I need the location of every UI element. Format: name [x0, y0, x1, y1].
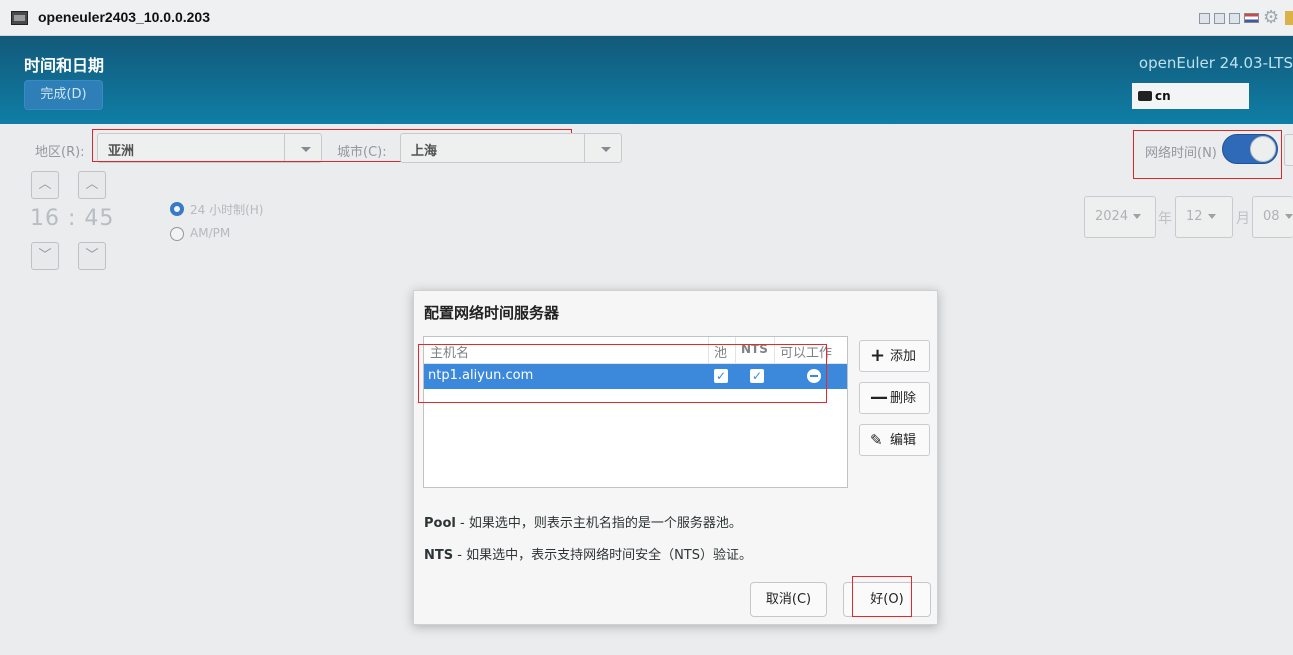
tile-icon[interactable] [1199, 12, 1210, 24]
server-host: ntp1.aliyun.com [428, 368, 534, 383]
remove-server-label: 删除 [890, 391, 917, 406]
remove-server-button[interactable]: — 删除 [859, 382, 930, 414]
column-header-pool[interactable]: 池 [714, 342, 727, 361]
page-title: 时间和日期 [24, 56, 105, 75]
product-name: openEuler 24.03-LTS [1138, 54, 1293, 72]
column-header-nts[interactable]: NTS [741, 342, 768, 356]
keyboard-icon [1138, 91, 1152, 101]
column-header-working[interactable]: 可以工作 [780, 342, 832, 361]
pool-note-term: Pool [424, 516, 456, 531]
add-server-button[interactable]: + 添加 [859, 340, 930, 372]
overflow-icon [1285, 11, 1293, 25]
done-button[interactable]: 完成(D) [24, 80, 103, 110]
edit-server-label: 编辑 [890, 433, 917, 448]
dialog-title: 配置网络时间服务器 [424, 304, 560, 322]
column-header-host[interactable]: 主机名 [430, 342, 469, 361]
ok-button[interactable]: 好(O) [843, 582, 931, 617]
nts-note: NTS - 如果选中，表示支持网络时间安全（NTS）验证。 [424, 544, 752, 563]
minus-icon: — [870, 387, 888, 408]
pencil-icon: ✎ [870, 431, 883, 449]
maximize-icon[interactable] [1229, 12, 1240, 24]
server-list-header: 主机名 池 NTS 可以工作 [424, 337, 847, 364]
plus-icon: + [870, 345, 886, 366]
gear-icon[interactable]: ⚙ [1263, 9, 1281, 27]
column-divider [774, 337, 775, 364]
nts-note-text: - 如果选中，表示支持网络时间安全（NTS）验证。 [453, 548, 752, 563]
status-stopped-icon [807, 369, 821, 383]
keyboard-layout-label: cn [1155, 89, 1171, 103]
add-server-label: 添加 [890, 349, 917, 364]
server-list[interactable]: 主机名 池 NTS 可以工作 ntp1.aliyun.com ✓ ✓ [423, 336, 848, 488]
terminal-icon [11, 11, 28, 25]
restore-icon[interactable] [1214, 12, 1225, 24]
keyboard-layout-indicator[interactable]: cn [1132, 83, 1249, 109]
keyboard-flag-icon[interactable] [1244, 13, 1259, 23]
nts-checkbox[interactable]: ✓ [750, 369, 764, 383]
window-title: openeuler2403_10.0.0.203 [38, 9, 211, 25]
window-titlebar: openeuler2403_10.0.0.203 ⚙ [0, 0, 1293, 36]
nts-note-term: NTS [424, 548, 454, 563]
pool-checkbox[interactable]: ✓ [714, 369, 728, 383]
titlebar-controls: ⚙ [1199, 9, 1293, 27]
edit-server-button[interactable]: ✎ 编辑 [859, 424, 930, 456]
table-row[interactable]: ntp1.aliyun.com ✓ ✓ [424, 364, 847, 389]
pool-note-text: - 如果选中，则表示主机名指的是一个服务器池。 [455, 516, 742, 531]
column-divider [735, 337, 736, 364]
ntp-config-dialog: 配置网络时间服务器 主机名 池 NTS 可以工作 ntp1.aliyun.com… [413, 290, 938, 625]
cancel-button[interactable]: 取消(C) [750, 582, 827, 617]
pool-note: Pool - 如果选中，则表示主机名指的是一个服务器池。 [424, 512, 742, 531]
installer-header: 时间和日期 完成(D) openEuler 24.03-LTS cn [0, 36, 1293, 124]
column-divider [708, 337, 709, 364]
